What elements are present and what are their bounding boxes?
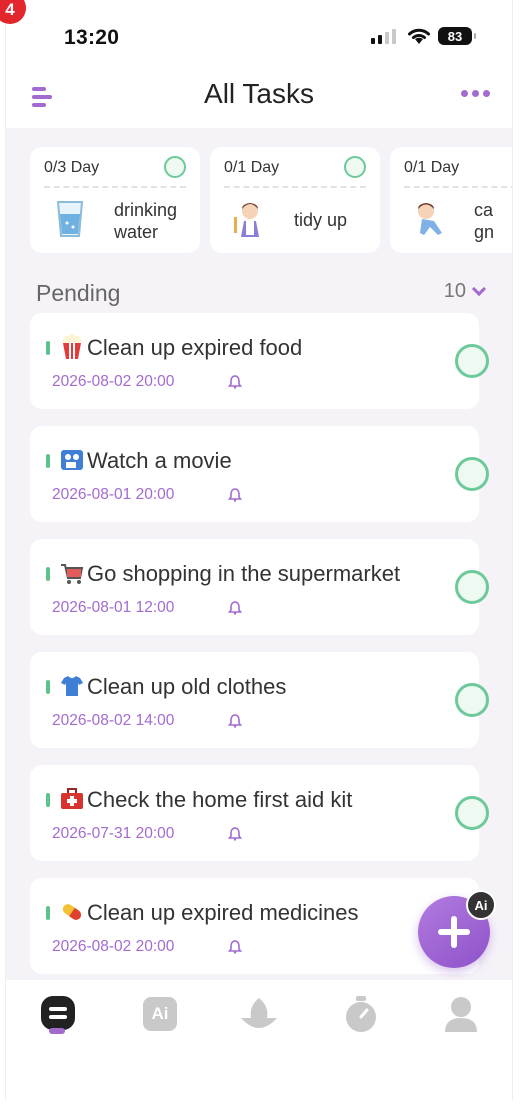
habit-name-line: ca xyxy=(474,200,494,220)
status-time: 13:20 xyxy=(64,26,120,49)
tab-meditation-icon[interactable] xyxy=(239,994,279,1034)
tab-timer-icon[interactable] xyxy=(341,994,381,1034)
task-due-date: 2026-07-31 20:00 xyxy=(52,825,175,842)
habit-check-button[interactable] xyxy=(344,156,366,178)
priority-marker xyxy=(46,454,50,468)
task-title: Go shopping in the supermarket xyxy=(87,561,401,586)
ai-badge: Ai xyxy=(466,890,496,920)
cleaning-girl-icon xyxy=(234,203,259,237)
task-card[interactable]: Watch a movie 2026-08-01 20:00 xyxy=(30,426,489,522)
bell-icon xyxy=(228,940,242,954)
tab-profile-icon[interactable] xyxy=(441,994,481,1034)
app-header: All Tasks xyxy=(6,70,512,128)
habit-carousel[interactable]: 0/3 Day drinking water 0/1 Day tidy up 0… xyxy=(30,147,512,253)
tab-ai[interactable]: Ai xyxy=(140,994,180,1034)
pill-icon xyxy=(62,904,82,920)
shopping-cart-icon xyxy=(61,564,84,584)
chevron-down-icon xyxy=(471,281,487,297)
popcorn-icon xyxy=(63,334,81,359)
battery-icon: 83 xyxy=(438,27,476,45)
habit-card[interactable]: 0/3 Day drinking water xyxy=(30,147,200,253)
bell-icon xyxy=(228,488,242,502)
task-due-date: 2026-08-02 20:00 xyxy=(52,373,175,390)
habit-card[interactable]: 0/1 Day ca gn xyxy=(390,147,512,253)
habit-name-line: drinking xyxy=(114,200,178,220)
habit-name: tidy up xyxy=(294,209,347,231)
habit-check-button[interactable] xyxy=(164,156,186,178)
task-title: Clean up expired food xyxy=(87,335,303,360)
priority-marker xyxy=(46,906,50,920)
task-complete-checkbox[interactable] xyxy=(455,796,489,830)
task-card[interactable]: Clean up expired food 2026-08-02 20:00 xyxy=(30,313,489,409)
bell-icon xyxy=(228,375,242,389)
task-complete-checkbox[interactable] xyxy=(455,457,489,491)
cellular-signal-icon xyxy=(371,28,396,44)
task-title: Watch a movie xyxy=(87,448,232,473)
pending-section-title: Pending xyxy=(36,280,121,306)
task-due-date: 2026-08-01 20:00 xyxy=(52,486,175,503)
task-due-date: 2026-08-02 20:00 xyxy=(52,938,175,955)
wifi-icon xyxy=(408,28,430,44)
task-complete-checkbox[interactable] xyxy=(455,683,489,717)
task-due-date: 2026-08-01 12:00 xyxy=(52,599,175,616)
movie-camera-icon xyxy=(61,450,83,470)
task-complete-checkbox[interactable] xyxy=(455,570,489,604)
task-card[interactable]: Clean up expired medicines 2026-08-02 20… xyxy=(30,878,479,974)
divider xyxy=(44,186,186,188)
task-card[interactable]: Check the home first aid kit 2026-07-31 … xyxy=(30,765,489,861)
water-glass-icon xyxy=(56,201,84,237)
app-screen: 13:20 83 All Tasks 0/3 Day drinking wate… xyxy=(6,0,512,1100)
ai-icon: Ai xyxy=(143,997,177,1031)
task-card[interactable]: Go shopping in the supermarket 2026-08-0… xyxy=(30,539,489,635)
habit-progress: 0/1 Day xyxy=(224,159,280,176)
first-aid-kit-icon xyxy=(61,788,83,809)
task-title: Clean up expired medicines xyxy=(87,900,359,925)
habit-name-line: water xyxy=(114,222,159,242)
habit-progress: 0/1 Day xyxy=(404,159,460,176)
habit-progress: 0/3 Day xyxy=(44,159,100,176)
priority-marker xyxy=(46,680,50,694)
task-complete-checkbox[interactable] xyxy=(455,344,489,378)
habit-name: drinking water xyxy=(114,199,177,243)
habit-card[interactable]: 0/1 Day tidy up xyxy=(210,147,380,253)
exercise-girl-icon xyxy=(418,203,442,235)
task-title: Check the home first aid kit xyxy=(87,787,353,812)
priority-marker xyxy=(46,341,50,355)
divider xyxy=(224,186,366,188)
pending-count: 10 xyxy=(443,280,466,302)
habit-name-line: tidy up xyxy=(294,210,348,230)
habit-name: ca gn xyxy=(474,199,494,243)
page-margin xyxy=(0,1100,530,1118)
task-due-date: 2026-08-02 14:00 xyxy=(52,712,175,729)
task-card[interactable]: Clean up old clothes 2026-08-02 14:00 xyxy=(30,652,489,748)
more-options-icon[interactable] xyxy=(461,90,490,97)
habit-name-line: gn xyxy=(474,222,495,242)
bell-icon xyxy=(228,601,242,615)
priority-marker xyxy=(46,793,50,807)
bell-icon xyxy=(228,714,242,728)
bell-icon xyxy=(228,827,242,841)
priority-marker xyxy=(46,567,50,581)
divider xyxy=(404,186,512,188)
bottom-tab-bar: Ai xyxy=(6,980,512,1100)
task-title: Clean up old clothes xyxy=(87,674,287,699)
page-title: All Tasks xyxy=(204,78,314,109)
active-tab-indicator xyxy=(49,1028,65,1034)
pending-toggle[interactable]: 10 xyxy=(443,280,487,303)
status-bar: 13:20 83 xyxy=(6,0,512,70)
tshirt-icon xyxy=(61,676,83,696)
